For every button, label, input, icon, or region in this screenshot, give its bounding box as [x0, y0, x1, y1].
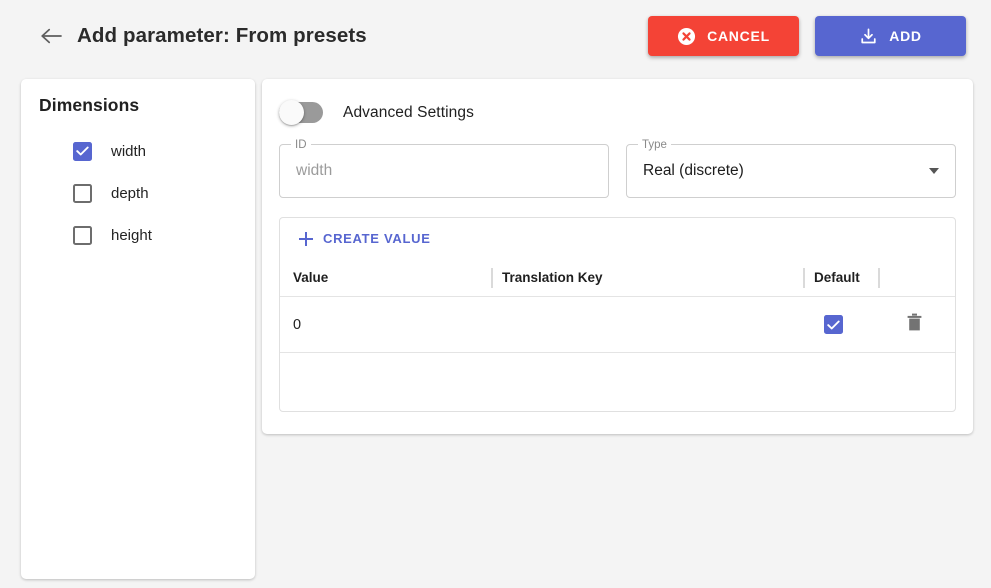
type-field[interactable]: Type Real (discrete)	[626, 137, 956, 198]
cancel-circle-icon	[677, 27, 696, 46]
column-header-value: Value	[293, 270, 329, 285]
checkbox-default[interactable]	[824, 315, 843, 334]
dimension-item-width[interactable]: width	[21, 130, 255, 172]
values-table: CREATE VALUE Value Translation Key Defau…	[279, 217, 956, 412]
values-table-header: Value Translation Key Default	[280, 259, 955, 297]
dimensions-list: width depth height	[21, 130, 255, 256]
dimension-label: height	[111, 226, 152, 244]
id-field-legend: ID	[291, 137, 311, 153]
id-field-value: width	[296, 162, 333, 179]
form-fields-row: ID width Type Real (discrete)	[279, 137, 956, 198]
values-table-footer	[280, 353, 955, 411]
dimension-label: depth	[111, 184, 149, 202]
cell-default	[824, 315, 843, 334]
save-download-icon	[859, 27, 878, 46]
chevron-down-icon[interactable]	[929, 168, 939, 174]
arrow-left-icon	[40, 27, 62, 45]
plus-icon	[299, 231, 313, 246]
column-header-default: Default	[814, 270, 860, 285]
parameter-form-panel: Advanced Settings ID width Type Real (di…	[262, 79, 973, 434]
checkbox-depth[interactable]	[73, 183, 92, 203]
dimensions-title: Dimensions	[39, 95, 140, 115]
dimensions-panel: Dimensions width depth height	[21, 79, 255, 579]
column-header-translation-key: Translation Key	[502, 270, 603, 285]
add-button[interactable]: ADD	[815, 16, 966, 56]
advanced-settings-label: Advanced Settings	[343, 103, 474, 121]
top-bar-actions: CANCEL ADD	[648, 16, 966, 56]
dimension-item-depth[interactable]: depth	[21, 172, 255, 214]
app-root: Add parameter: From presets CANCEL ADD D…	[0, 0, 991, 588]
add-button-label: ADD	[889, 28, 922, 44]
column-divider[interactable]	[803, 268, 805, 288]
type-field-value: Real (discrete)	[643, 162, 744, 179]
dimension-item-height[interactable]: height	[21, 214, 255, 256]
checkbox-width[interactable]	[73, 141, 92, 161]
column-divider[interactable]	[878, 268, 880, 288]
page-title: Add parameter: From presets	[77, 24, 367, 47]
cell-value: 0	[293, 316, 302, 333]
advanced-settings-row: Advanced Settings	[279, 100, 973, 125]
column-divider[interactable]	[491, 268, 493, 288]
delete-row-button[interactable]	[906, 313, 923, 337]
create-value-button[interactable]: CREATE VALUE	[293, 227, 437, 250]
cancel-button[interactable]: CANCEL	[648, 16, 799, 56]
create-value-label: CREATE VALUE	[323, 231, 431, 246]
back-button[interactable]	[38, 23, 64, 49]
top-app-bar: Add parameter: From presets CANCEL ADD	[0, 0, 991, 72]
create-value-row: CREATE VALUE	[280, 218, 955, 259]
table-row: 0	[280, 297, 955, 353]
advanced-settings-toggle[interactable]	[279, 100, 323, 125]
toggle-thumb	[279, 100, 304, 125]
type-field-legend: Type	[638, 137, 671, 153]
checkbox-height[interactable]	[73, 225, 92, 245]
dimension-label: width	[111, 142, 147, 160]
trash-icon	[906, 313, 923, 337]
id-field[interactable]: ID width	[279, 137, 609, 198]
cancel-button-label: CANCEL	[707, 28, 770, 44]
